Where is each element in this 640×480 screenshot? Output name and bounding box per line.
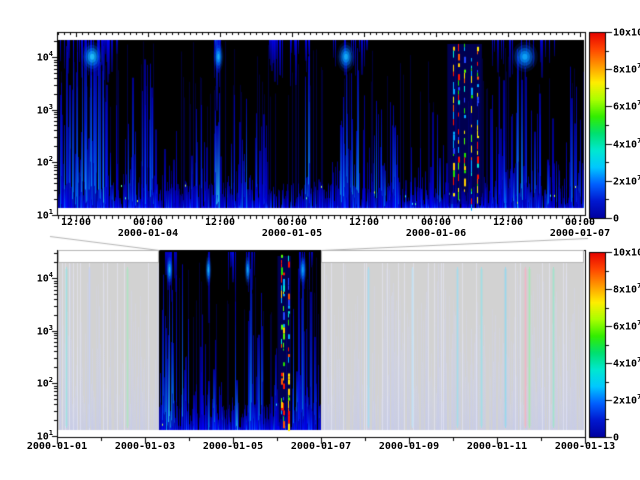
bottom-x-tick-label: 2000-01-07 — [291, 441, 351, 452]
top-x-tick-time: 12:00 — [493, 217, 523, 228]
bottom-y-tick-label: 101 — [37, 432, 53, 443]
top-x-tick-time: 12:00 — [61, 217, 91, 228]
top-x-tick-time: 00:00 — [277, 217, 307, 228]
colorbar-top-tick-label: 2x107 — [613, 176, 640, 187]
top-x-tick-date: 2000-01-06 — [406, 228, 466, 239]
colorbar-bottom-tick-label: 8x107 — [613, 285, 640, 296]
selection-region[interactable] — [159, 250, 321, 437]
colorbar-bottom-tick-label: 10x107 — [613, 248, 640, 259]
colorbar-bottom-tick-label: 0 — [613, 433, 619, 444]
top-x-tick-time: 00:00 — [421, 217, 451, 228]
top-x-tick-time: 12:00 — [205, 217, 235, 228]
bottom-x-tick-label: 2000-01-05 — [203, 441, 263, 452]
bottom-y-tick-label: 103 — [37, 327, 53, 338]
top-y-tick-label: 104 — [37, 53, 53, 64]
bottom-x-tick-label: 2000-01-01 — [27, 441, 87, 452]
colorbar-top-tick-label: 0 — [613, 214, 619, 225]
bottom-x-tick-label: 2000-01-03 — [115, 441, 175, 452]
top-y-tick-label: 101 — [37, 211, 53, 222]
bottom-y-tick-label: 104 — [37, 274, 53, 285]
bottom-x-tick-label: 2000-01-13 — [555, 441, 615, 452]
bottom-x-tick-label: 2000-01-09 — [379, 441, 439, 452]
colorbar-top-tick-label: 6x107 — [613, 102, 640, 113]
colorbar-top-tick-label: 4x107 — [613, 139, 640, 150]
colorbar-bottom-tick-label: 6x107 — [613, 322, 640, 333]
colorbar-top — [589, 32, 605, 218]
bottom-x-tick-label: 2000-01-11 — [467, 441, 527, 452]
top-x-tick-date: 2000-01-05 — [262, 228, 322, 239]
colorbar-top-tick-label: 10x107 — [613, 28, 640, 39]
top-y-tick-label: 103 — [37, 106, 53, 117]
top-detail-panel — [57, 32, 585, 215]
bottom-context-panel — [57, 250, 585, 437]
top-x-tick-time: 00:00 — [133, 217, 163, 228]
top-y-tick-label: 102 — [37, 158, 53, 169]
colorbar-bottom — [589, 252, 605, 437]
top-x-tick-date: 2000-01-04 — [118, 228, 178, 239]
top-x-tick-time: 12:00 — [349, 217, 379, 228]
spectrogram-figure: 12:0000:002000-01-0412:0000:002000-01-05… — [0, 0, 640, 480]
top-x-tick-date: 2000-01-07 — [550, 228, 610, 239]
top-x-tick-time: 00:00 — [565, 217, 595, 228]
colorbar-bottom-tick-label: 2x107 — [613, 396, 640, 407]
bottom-y-tick-label: 102 — [37, 379, 53, 390]
colorbar-bottom-tick-label: 4x107 — [613, 359, 640, 370]
colorbar-top-tick-label: 8x107 — [613, 65, 640, 76]
